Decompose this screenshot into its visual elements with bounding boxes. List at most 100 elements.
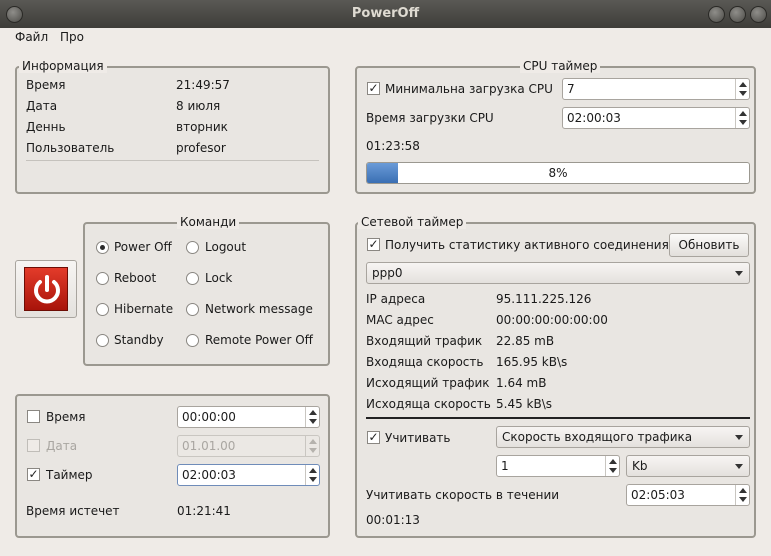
restore-window-icon[interactable] bbox=[750, 6, 767, 23]
label-remote-power-off: Remote Power Off bbox=[205, 333, 313, 347]
duration-input[interactable]: 02:05:03 bbox=[626, 484, 750, 506]
value-expires: 01:21:41 bbox=[177, 504, 231, 518]
checkbox-date[interactable] bbox=[27, 439, 40, 452]
net-label-outgoing-speed: Исходяща скорость bbox=[366, 397, 491, 411]
cpu-progress-text: 8% bbox=[548, 166, 568, 180]
label-connection-stats: Получить статистику активного соединения bbox=[385, 238, 669, 252]
info-value-day: вторник bbox=[176, 120, 228, 134]
speed-threshold-input[interactable]: 1 bbox=[496, 455, 620, 477]
label-consider: Учитивать bbox=[385, 431, 451, 445]
refresh-button[interactable]: Обновить bbox=[669, 233, 749, 257]
execute-power-button[interactable] bbox=[15, 260, 77, 318]
cpu-progress-bar: 8% bbox=[366, 162, 750, 184]
info-value-date: 8 июля bbox=[176, 99, 221, 113]
chevron-down-icon bbox=[735, 271, 743, 276]
network-divider bbox=[366, 417, 750, 419]
label-lock: Lock bbox=[205, 271, 233, 285]
time-spinner[interactable] bbox=[305, 407, 319, 427]
label-hibernate: Hibernate bbox=[114, 302, 174, 316]
timer-spinner[interactable] bbox=[305, 465, 319, 485]
label-expires: Время истечет bbox=[26, 504, 120, 518]
radio-network-message[interactable] bbox=[186, 303, 199, 316]
net-label-incoming-traffic: Входящий трафик bbox=[366, 334, 483, 348]
info-label-day: Деннь bbox=[26, 120, 66, 134]
checkbox-connection-stats[interactable]: ✓ bbox=[367, 238, 380, 251]
unit-select[interactable]: Kb bbox=[626, 455, 750, 477]
chevron-down-icon bbox=[735, 464, 743, 469]
min-cpu-load-input[interactable]: 7 bbox=[562, 78, 750, 100]
net-label-ip: IP адреса bbox=[366, 292, 426, 306]
refresh-button-label: Обновить bbox=[678, 238, 740, 252]
info-divider bbox=[26, 160, 319, 161]
checkbox-min-cpu-load[interactable]: ✓ bbox=[367, 82, 380, 95]
radio-hibernate[interactable] bbox=[96, 303, 109, 316]
net-label-mac: MAC адрес bbox=[366, 313, 434, 327]
radio-standby[interactable] bbox=[96, 334, 109, 347]
commands-group-title: Команди bbox=[177, 215, 240, 229]
close-window-icon[interactable] bbox=[6, 6, 23, 23]
checkbox-time[interactable] bbox=[27, 410, 40, 423]
label-date: Дата bbox=[46, 439, 78, 453]
radio-power-off[interactable] bbox=[96, 241, 109, 254]
info-group: Информация Время 21:49:57 Дата 8 июля Де… bbox=[15, 59, 330, 194]
cpu-load-time-spinner[interactable] bbox=[735, 108, 749, 128]
net-label-incoming-speed: Входяща скорость bbox=[366, 355, 484, 369]
maximize-window-icon[interactable] bbox=[729, 6, 746, 23]
network-timer-group: Сетевой таймер ✓ Получить статистику акт… bbox=[355, 215, 756, 538]
net-label-outgoing-traffic: Исходящий трафик bbox=[366, 376, 490, 390]
commands-group: Команди Power Off Logout Reboot Lock Hib… bbox=[83, 215, 330, 366]
net-value-outgoing-speed: 5.45 kB\s bbox=[496, 397, 553, 411]
label-reboot: Reboot bbox=[114, 271, 157, 285]
timer-input-value: 02:00:03 bbox=[182, 468, 236, 482]
unit-select-value: Kb bbox=[632, 459, 648, 473]
net-value-incoming-traffic: 22.85 mB bbox=[496, 334, 555, 348]
label-timer: Таймер bbox=[46, 468, 93, 482]
cpu-load-time-input[interactable]: 02:00:03 bbox=[562, 107, 750, 129]
radio-lock[interactable] bbox=[186, 272, 199, 285]
speed-threshold-value: 1 bbox=[501, 459, 509, 473]
label-logout: Logout bbox=[205, 240, 247, 254]
net-value-mac: 00:00:00:00:00:00 bbox=[496, 313, 608, 327]
menu-bar: Файл Про bbox=[0, 28, 771, 48]
info-label-time: Время bbox=[26, 78, 66, 92]
consider-mode-select[interactable]: Скорость входящого трафика bbox=[496, 426, 750, 448]
net-value-outgoing-traffic: 1.64 mB bbox=[496, 376, 547, 390]
timer-input[interactable]: 02:00:03 bbox=[177, 464, 320, 486]
label-standby: Standby bbox=[114, 333, 164, 347]
label-network-message: Network message bbox=[205, 302, 313, 316]
minimize-window-icon[interactable] bbox=[708, 6, 725, 23]
date-spinner[interactable] bbox=[305, 436, 319, 456]
interface-select-value: ppp0 bbox=[372, 266, 403, 280]
consider-mode-value: Скорость входящого трафика bbox=[502, 430, 693, 444]
min-cpu-load-spinner[interactable] bbox=[735, 79, 749, 99]
info-value-time: 21:49:57 bbox=[176, 78, 230, 92]
radio-logout[interactable] bbox=[186, 241, 199, 254]
cpu-timer-group: CPU таймер ✓ Минимальна загрузка CPU 7 В… bbox=[355, 59, 756, 194]
info-label-user: Пользователь bbox=[26, 141, 115, 155]
menu-about[interactable]: Про bbox=[60, 30, 84, 44]
title-bar: PowerOff bbox=[0, 0, 771, 28]
checkbox-consider[interactable]: ✓ bbox=[367, 431, 380, 444]
network-group-title: Сетевой таймер bbox=[358, 215, 467, 229]
network-elapsed: 00:01:13 bbox=[366, 513, 420, 527]
duration-spinner[interactable] bbox=[735, 485, 749, 505]
interface-select[interactable]: ppp0 bbox=[366, 262, 750, 284]
info-label-date: Дата bbox=[26, 99, 58, 113]
radio-remote-power-off[interactable] bbox=[186, 334, 199, 347]
checkbox-timer[interactable]: ✓ bbox=[27, 468, 40, 481]
date-input[interactable]: 01.01.00 bbox=[177, 435, 320, 457]
net-value-ip: 95.111.225.126 bbox=[496, 292, 592, 306]
radio-reboot[interactable] bbox=[96, 272, 109, 285]
cpu-load-time-value: 02:00:03 bbox=[567, 111, 621, 125]
window-title: PowerOff bbox=[351, 6, 420, 21]
time-input[interactable]: 00:00:00 bbox=[177, 406, 320, 428]
label-time: Время bbox=[46, 410, 86, 424]
timer-group: Время 00:00:00 Дата 01.01.00 ✓ Таймер 02… bbox=[15, 394, 330, 538]
chevron-down-icon bbox=[735, 435, 743, 440]
menu-file[interactable]: Файл bbox=[15, 30, 48, 44]
poweroff-window: PowerOff Файл Про Информация Время 21:49… bbox=[0, 0, 771, 556]
speed-threshold-spinner[interactable] bbox=[605, 456, 619, 476]
power-icon bbox=[24, 267, 68, 311]
min-cpu-load-value: 7 bbox=[567, 82, 575, 96]
duration-value: 02:05:03 bbox=[631, 488, 685, 502]
